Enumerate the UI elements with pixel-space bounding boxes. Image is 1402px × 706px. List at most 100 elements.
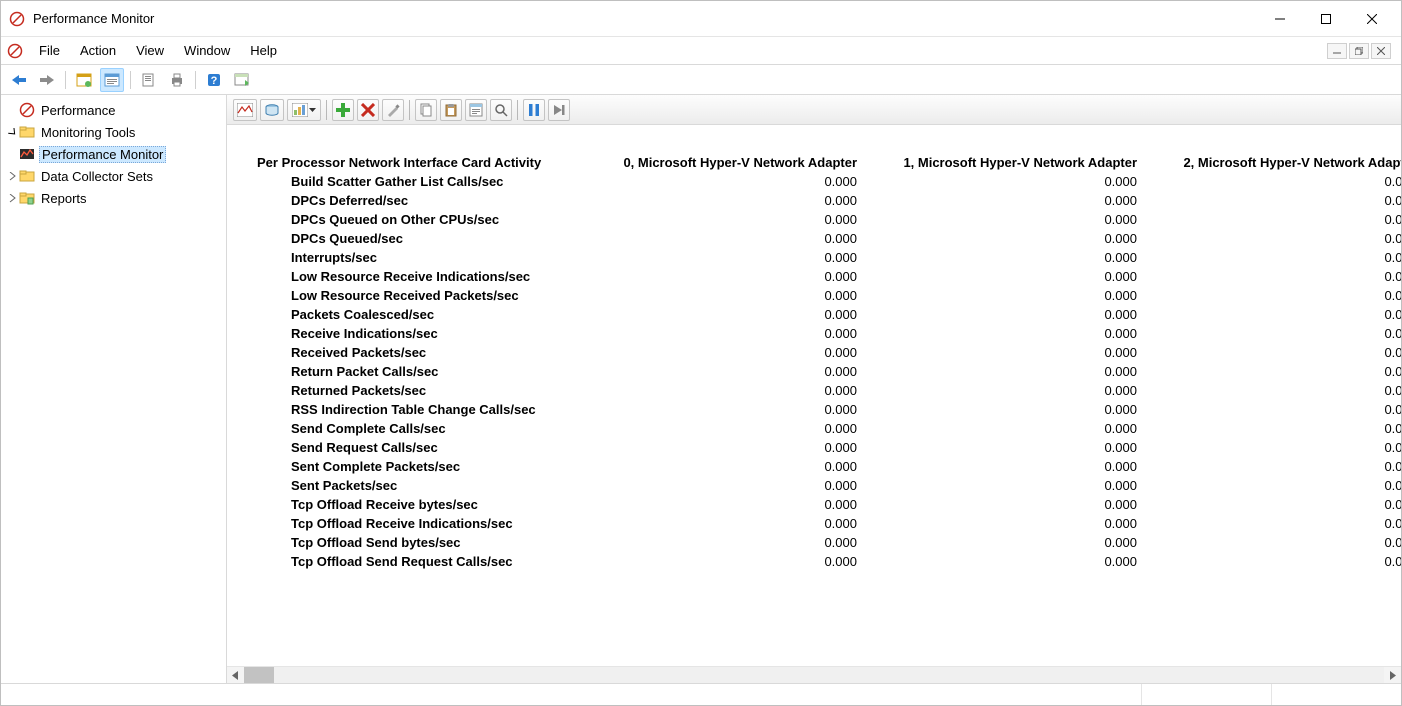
- tree-label: Data Collector Sets: [39, 169, 155, 184]
- mdi-restore-button[interactable]: [1349, 43, 1369, 59]
- table-row[interactable]: Return Packet Calls/sec0.0000.0000.000: [247, 362, 1401, 381]
- tree-node-monitoring-tools[interactable]: Monitoring Tools: [3, 121, 224, 143]
- counter-value: 0.000: [867, 286, 1147, 305]
- table-row[interactable]: DPCs Queued/sec0.0000.0000.000: [247, 229, 1401, 248]
- counter-value: 0.000: [607, 514, 867, 533]
- table-row[interactable]: RSS Indirection Table Change Calls/sec0.…: [247, 400, 1401, 419]
- mmc-icon: [7, 43, 23, 59]
- expand-icon[interactable]: [5, 169, 19, 183]
- zoom-button[interactable]: [490, 99, 512, 121]
- mdi-close-button[interactable]: [1371, 43, 1391, 59]
- table-row[interactable]: Tcp Offload Send Request Calls/sec0.0000…: [247, 552, 1401, 571]
- table-row[interactable]: Receive Indications/sec0.0000.0000.000: [247, 324, 1401, 343]
- table-row[interactable]: Low Resource Received Packets/sec0.0000.…: [247, 286, 1401, 305]
- statusbar: [1, 683, 1401, 705]
- column-header[interactable]: 0, Microsoft Hyper-V Network Adapter: [607, 153, 867, 172]
- column-header[interactable]: 1, Microsoft Hyper-V Network Adapter: [867, 153, 1147, 172]
- print-button[interactable]: [165, 68, 189, 92]
- table-row[interactable]: Tcp Offload Send bytes/sec0.0000.0000.00…: [247, 533, 1401, 552]
- counter-value: 0.000: [1147, 514, 1401, 533]
- tree-label: Performance: [39, 103, 117, 118]
- export-button[interactable]: [137, 68, 161, 92]
- properties-button[interactable]: [100, 68, 124, 92]
- back-button[interactable]: [7, 68, 31, 92]
- collapse-icon[interactable]: [5, 103, 19, 117]
- maximize-button[interactable]: [1303, 4, 1349, 34]
- folder-icon: [19, 168, 35, 184]
- counter-value: 0.000: [867, 172, 1147, 191]
- column-header[interactable]: 2, Microsoft Hyper-V Network Adapter: [1147, 153, 1401, 172]
- scroll-left-icon[interactable]: [227, 667, 244, 684]
- toolbar-separator: [409, 100, 410, 120]
- tree-node-performance[interactable]: Performance: [3, 99, 224, 121]
- counter-value: 0.000: [607, 362, 867, 381]
- spacer-icon: [5, 147, 19, 161]
- view-current-activity-button[interactable]: [233, 99, 257, 121]
- minimize-button[interactable]: [1257, 4, 1303, 34]
- highlight-button[interactable]: [382, 99, 404, 121]
- horizontal-scrollbar[interactable]: [227, 666, 1401, 683]
- help-button[interactable]: ?: [202, 68, 226, 92]
- counter-value: 0.000: [607, 343, 867, 362]
- counter-name: Receive Indications/sec: [247, 324, 607, 343]
- delete-counter-button[interactable]: [357, 99, 379, 121]
- add-counter-button[interactable]: [332, 99, 354, 121]
- counter-value: 0.000: [607, 286, 867, 305]
- report-scroll[interactable]: Per Processor Network Interface Card Act…: [227, 125, 1401, 666]
- expand-icon[interactable]: [5, 125, 19, 139]
- counter-name: Returned Packets/sec: [247, 381, 607, 400]
- properties-button[interactable]: [465, 99, 487, 121]
- new-window-button[interactable]: [230, 68, 254, 92]
- counter-value: 0.000: [867, 514, 1147, 533]
- menu-file[interactable]: File: [29, 39, 70, 62]
- tree-node-performance-monitor[interactable]: Performance Monitor: [3, 143, 224, 165]
- view-log-data-button[interactable]: [260, 99, 284, 121]
- table-row[interactable]: Tcp Offload Receive bytes/sec0.0000.0000…: [247, 495, 1401, 514]
- forward-button[interactable]: [35, 68, 59, 92]
- tree-node-data-collector-sets[interactable]: Data Collector Sets: [3, 165, 224, 187]
- menu-action[interactable]: Action: [70, 39, 126, 62]
- expand-icon[interactable]: [5, 191, 19, 205]
- scroll-right-icon[interactable]: [1384, 667, 1401, 684]
- menu-help[interactable]: Help: [240, 39, 287, 62]
- table-row[interactable]: Build Scatter Gather List Calls/sec0.000…: [247, 172, 1401, 191]
- scroll-thumb[interactable]: [244, 667, 274, 683]
- counter-value: 0.000: [607, 248, 867, 267]
- counter-value: 0.000: [867, 362, 1147, 381]
- tree-node-reports[interactable]: Reports: [3, 187, 224, 209]
- close-button[interactable]: [1349, 4, 1395, 34]
- table-row[interactable]: DPCs Deferred/sec0.0000.0000.000: [247, 191, 1401, 210]
- counter-value: 0.000: [1147, 286, 1401, 305]
- menu-window[interactable]: Window: [174, 39, 240, 62]
- titlebar: Performance Monitor: [1, 1, 1401, 37]
- table-row[interactable]: Sent Packets/sec0.0000.0000.000: [247, 476, 1401, 495]
- freeze-display-button[interactable]: [523, 99, 545, 121]
- table-row[interactable]: DPCs Queued on Other CPUs/sec0.0000.0000…: [247, 210, 1401, 229]
- table-row[interactable]: Packets Coalesced/sec0.0000.0000.000: [247, 305, 1401, 324]
- console-tree[interactable]: Performance Monitoring Tools: [1, 95, 227, 683]
- app-window: Performance Monitor File Action View Win…: [0, 0, 1402, 706]
- group-header: Per Processor Network Interface Card Act…: [247, 153, 607, 172]
- mdi-minimize-button[interactable]: [1327, 43, 1347, 59]
- counter-name: Packets Coalesced/sec: [247, 305, 607, 324]
- paste-button[interactable]: [440, 99, 462, 121]
- table-row[interactable]: Received Packets/sec0.0000.0000.000: [247, 343, 1401, 362]
- table-row[interactable]: Send Request Calls/sec0.0000.0000.000: [247, 438, 1401, 457]
- table-row[interactable]: Interrupts/sec0.0000.0000.000: [247, 248, 1401, 267]
- copy-button[interactable]: [415, 99, 437, 121]
- table-row[interactable]: Sent Complete Packets/sec0.0000.0000.000: [247, 457, 1401, 476]
- counter-value: 0.000: [1147, 210, 1401, 229]
- update-data-button[interactable]: [548, 99, 570, 121]
- show-hide-tree-button[interactable]: [72, 68, 96, 92]
- table-row[interactable]: Send Complete Calls/sec0.0000.0000.000: [247, 419, 1401, 438]
- table-row[interactable]: Returned Packets/sec0.0000.0000.000: [247, 381, 1401, 400]
- counter-value: 0.000: [1147, 191, 1401, 210]
- counter-value: 0.000: [867, 267, 1147, 286]
- change-graph-type-button[interactable]: [287, 99, 321, 121]
- table-row[interactable]: Tcp Offload Receive Indications/sec0.000…: [247, 514, 1401, 533]
- menu-view[interactable]: View: [126, 39, 174, 62]
- scroll-track[interactable]: [244, 667, 1384, 683]
- toolbar-separator: [130, 71, 131, 89]
- table-row[interactable]: Low Resource Receive Indications/sec0.00…: [247, 267, 1401, 286]
- counter-value: 0.000: [867, 419, 1147, 438]
